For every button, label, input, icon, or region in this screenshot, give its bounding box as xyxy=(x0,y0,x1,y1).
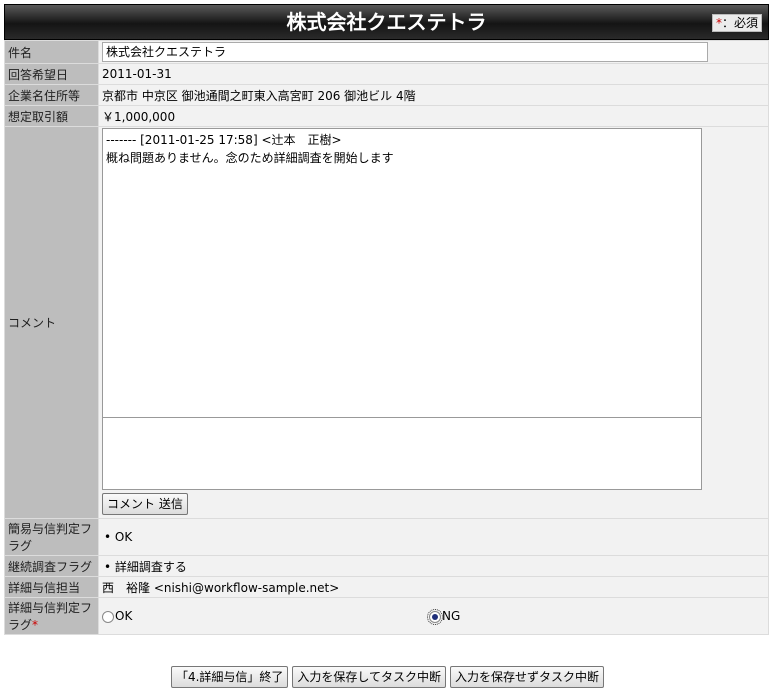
row-simple-flag: 簡易与信判定フラグ • OK xyxy=(4,518,769,556)
row-comment: コメント ------- [2011-01-25 17:58] <辻本 正樹> … xyxy=(4,126,769,519)
subject-input[interactable]: 株式会社クエステトラ xyxy=(102,42,708,62)
assignee-value: 西 裕隆 <nishi@workflow-sample.net> xyxy=(98,576,769,598)
continue-flag-value: 詳細調査する xyxy=(114,559,187,574)
radio-ok-icon[interactable] xyxy=(102,610,114,623)
radio-option-ok[interactable]: OK xyxy=(102,609,132,623)
assignee-label: 詳細与信担当 xyxy=(4,576,99,598)
radio-option-ng[interactable]: NG xyxy=(427,608,460,625)
required-text: ：必須 xyxy=(721,16,758,30)
subject-label: 件名 xyxy=(4,40,99,64)
address-value: 京都市 中京区 御池通間之町東入高宮町 206 御池ビル 4階 xyxy=(98,84,769,106)
reply-date-label: 回答希望日 xyxy=(4,63,99,85)
row-subject: 件名 株式会社クエステトラ xyxy=(4,40,769,64)
required-legend: *：必須 xyxy=(711,14,762,32)
radio-ok-label[interactable]: OK xyxy=(115,609,132,623)
bullet-icon: • xyxy=(104,530,112,544)
new-comment-textarea[interactable] xyxy=(102,418,702,490)
radio-ng-label[interactable]: NG xyxy=(442,609,460,623)
detail-flag-label: 詳細与信判定フラグ xyxy=(8,601,93,632)
amount-value: ￥1,000,000 xyxy=(98,105,769,127)
page-title: 株式会社クエステトラ xyxy=(286,10,487,34)
row-continue-flag: 継続調査フラグ • 詳細調査する xyxy=(4,555,769,577)
radio-ng-icon[interactable] xyxy=(427,608,443,625)
row-reply-date: 回答希望日 2011-01-31 xyxy=(4,63,769,85)
simple-flag-label: 簡易与信判定フラグ xyxy=(4,518,99,556)
action-bar: 「4.詳細与信」終了 入力を保存してタスク中断 入力を保存せずタスク中断 xyxy=(0,666,775,688)
detail-flag-label-cell: 詳細与信判定フラグ* xyxy=(4,597,99,635)
send-comment-button[interactable]: コメント 送信 xyxy=(102,493,188,515)
detail-flag-radio-group: OK NG xyxy=(102,601,765,631)
finish-task-button[interactable]: 「4.詳細与信」終了 xyxy=(170,666,289,688)
form-title-bar: 株式会社クエステトラ *：必須 xyxy=(4,4,769,40)
amount-label: 想定取引額 xyxy=(4,105,99,127)
simple-flag-value: OK xyxy=(114,530,133,544)
row-detail-flag: 詳細与信判定フラグ* OK NG xyxy=(4,597,769,635)
row-amount: 想定取引額 ￥1,000,000 xyxy=(4,105,769,127)
address-label: 企業名住所等 xyxy=(4,84,99,106)
task-form: 株式会社クエステトラ *：必須 件名 株式会社クエステトラ 回答希望日 2011… xyxy=(4,4,769,635)
row-address: 企業名住所等 京都市 中京区 御池通間之町東入高宮町 206 御池ビル 4階 xyxy=(4,84,769,106)
suspend-without-save-button[interactable]: 入力を保存せずタスク中断 xyxy=(450,666,605,688)
form-table: 件名 株式会社クエステトラ 回答希望日 2011-01-31 企業名住所等 京都… xyxy=(4,40,769,635)
comment-label: コメント xyxy=(4,126,99,519)
comment-history[interactable]: ------- [2011-01-25 17:58] <辻本 正樹> 概ね問題あ… xyxy=(102,128,702,418)
row-assignee: 詳細与信担当 西 裕隆 <nishi@workflow-sample.net> xyxy=(4,576,769,598)
continue-flag-label: 継続調査フラグ xyxy=(4,555,99,577)
bullet-icon: • xyxy=(104,559,112,574)
save-and-suspend-button[interactable]: 入力を保存してタスク中断 xyxy=(292,666,447,688)
reply-date-value: 2011-01-31 xyxy=(98,63,769,85)
required-star: * xyxy=(32,618,39,632)
